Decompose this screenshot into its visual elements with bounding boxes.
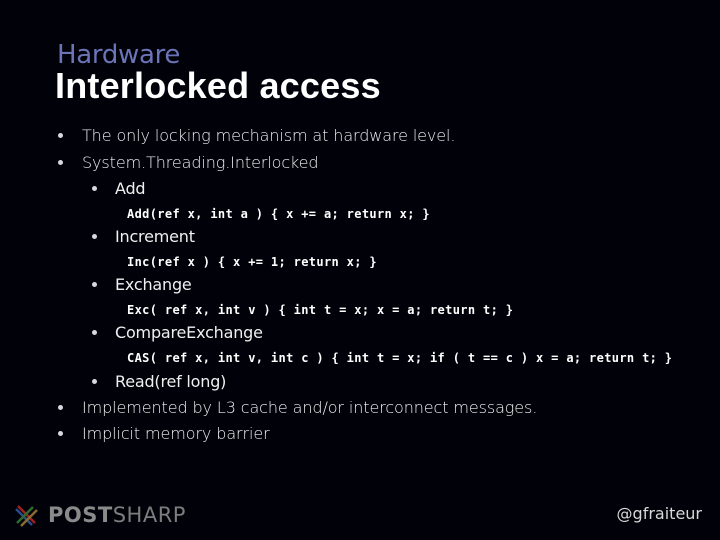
bullet-item: The only locking mechanism at hardware l… bbox=[82, 126, 456, 145]
code-snippet: Add(ref x, int a ) { x += a; return x; } bbox=[127, 207, 430, 221]
code-snippet: Inc(ref x ) { x += 1; return x; } bbox=[127, 255, 377, 269]
bullet-icon bbox=[58, 160, 63, 165]
code-snippet: CAS( ref x, int v, int c ) { int t = x; … bbox=[127, 351, 673, 365]
sub-bullet-item: CompareExchange bbox=[115, 323, 263, 342]
sub-bullet-item: Add bbox=[115, 179, 146, 198]
bullet-icon bbox=[58, 133, 63, 138]
postsharp-cross-icon bbox=[15, 505, 38, 527]
logo-wordmark: POSTSHARP bbox=[48, 503, 186, 527]
slide-title: Interlocked access bbox=[55, 65, 381, 106]
bullet-icon bbox=[92, 234, 97, 239]
logo-light-text: SHARP bbox=[112, 503, 186, 527]
bullet-item: Implicit memory barrier bbox=[82, 424, 270, 443]
bullet-item: Implemented by L3 cache and/or interconn… bbox=[82, 398, 538, 417]
author-handle: @gfraiteur bbox=[616, 504, 702, 523]
bullet-icon bbox=[58, 405, 63, 410]
code-snippet: Exc( ref x, int v ) { int t = x; x = a; … bbox=[127, 303, 514, 317]
bullet-icon bbox=[58, 431, 63, 436]
bullet-icon bbox=[92, 379, 97, 384]
sub-bullet-item: Increment bbox=[115, 227, 195, 246]
sub-bullet-item: Read(ref long) bbox=[115, 372, 227, 391]
bullet-icon bbox=[92, 186, 97, 191]
bullet-icon bbox=[92, 282, 97, 287]
sub-bullet-item: Exchange bbox=[115, 275, 192, 294]
bullet-item: System.Threading.Interlocked bbox=[82, 153, 319, 172]
bullet-icon bbox=[92, 330, 97, 335]
logo-bold-text: POST bbox=[48, 503, 113, 527]
postsharp-logo: POSTSHARP bbox=[12, 500, 186, 530]
